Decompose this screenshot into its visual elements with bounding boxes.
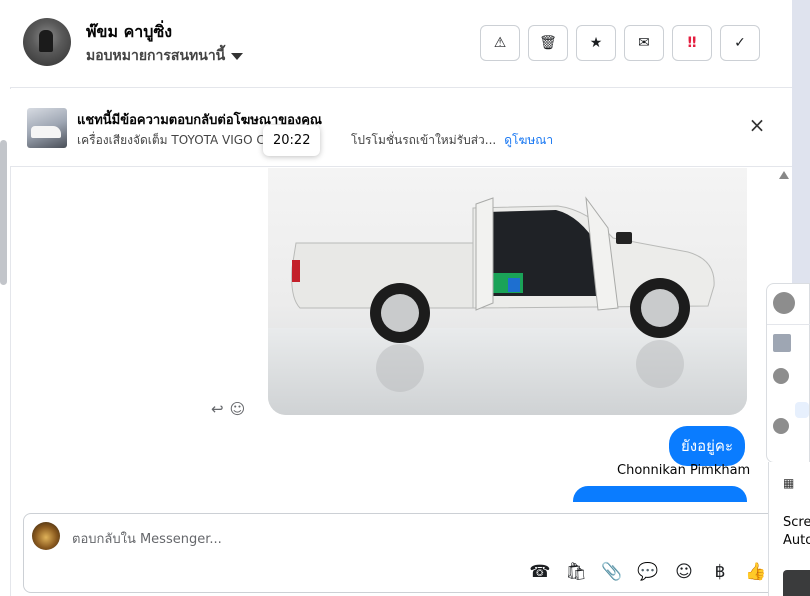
left-scrollbar[interactable]: [0, 140, 7, 285]
notification-action[interactable]: [783, 570, 810, 596]
delete-button[interactable]: 🗑: [528, 25, 568, 61]
baht-icon[interactable]: ฿: [709, 562, 731, 582]
contact-avatar[interactable]: [23, 18, 71, 66]
shopping-bag-icon[interactable]: 🛍: [565, 562, 587, 582]
react-icon[interactable]: ☺: [230, 400, 246, 418]
preview-avatar-small-2: [773, 418, 789, 434]
report-button[interactable]: ⚠: [480, 25, 520, 61]
thumbs-up-icon[interactable]: 👍: [745, 562, 767, 582]
message-photo-pickup-truck[interactable]: [268, 168, 747, 415]
messenger-inbox-app: พ๊ขม คาบูซิ่ง มอบหมายการสนทนานี้ ⚠ 🗑 ★ ✉…: [0, 0, 810, 596]
notification-line-2: Auto: [783, 533, 810, 548]
sender-name: Chonnikan Pimkham: [617, 463, 751, 478]
chevron-down-icon: [231, 53, 244, 60]
check-icon: ✓: [734, 35, 746, 51]
close-icon[interactable]: ×: [747, 115, 767, 135]
conversation-header: พ๊ขม คาบูซิ่ง มอบหมายการสนทนานี้ ⚠ 🗑 ★ ✉…: [10, 0, 792, 88]
header-toolbar: ⚠ 🗑 ★ ✉ ‼ ✓: [480, 25, 760, 61]
composer-toolbar: ☎ 🛍 📎 💬 ☺ ฿ 👍: [529, 562, 767, 582]
ad-description-tail: โปรโมชั่นรถเข้าใหม่รับส่ว...: [350, 133, 497, 147]
ad-description-text: เครื่องเสียงจัดเต็ม TOYOTA VIGO CHA: [77, 133, 282, 147]
emoji-icon[interactable]: ☺: [673, 562, 695, 582]
preview-bubble: [795, 402, 809, 418]
chat-bubble-icon[interactable]: 💬: [637, 562, 659, 582]
spam-icon: ‼: [687, 35, 697, 51]
preview-ad-thumbnail: [773, 334, 791, 352]
notification-line-1: Scre: [783, 515, 810, 530]
preview-divider: [767, 324, 810, 325]
call-icon[interactable]: ☎: [529, 562, 551, 582]
reply-input[interactable]: ตอบกลับใน Messenger...: [72, 528, 222, 549]
timestamp-tooltip: 20:22: [263, 125, 321, 156]
pickup-truck-illustration: [291, 196, 715, 392]
star-button[interactable]: ★: [576, 25, 616, 61]
alert-icon: ⚠: [493, 35, 507, 51]
preview-avatar: [773, 292, 795, 314]
reply-icon[interactable]: ↩: [211, 400, 224, 418]
assign-label: มอบหมายการสนทนานี้: [86, 48, 226, 64]
mark-done-button[interactable]: ✓: [720, 25, 760, 61]
message-actions: ↩ ☺: [211, 400, 245, 418]
app-icon: ▦: [783, 476, 795, 490]
side-notification-panel: ▦ Scre Auto: [768, 462, 810, 596]
message-composer: ตอบกลับใน Messenger... ☎ 🛍 📎 💬 ☺ ฿ 👍: [23, 513, 783, 593]
assign-conversation-dropdown[interactable]: มอบหมายการสนทนานี้: [86, 45, 244, 67]
ad-reply-banner: แชทนี้มีข้อความตอบกลับต่อโฆษณาของคุณ เคร…: [10, 89, 792, 167]
spam-button[interactable]: ‼: [672, 25, 712, 61]
message-thread: ↩ ☺ ยังอยู่คะ Chonnikan Pimkham: [11, 168, 781, 502]
scroll-up-arrow-icon[interactable]: [779, 171, 789, 179]
outgoing-message-bubble-partial[interactable]: [573, 486, 747, 502]
attachment-icon[interactable]: 📎: [601, 562, 623, 582]
view-ad-link[interactable]: ดูโฆษณา: [504, 133, 553, 147]
conversation-preview-popup[interactable]: [766, 283, 810, 463]
page-avatar: [32, 522, 60, 550]
ad-thumbnail[interactable]: [27, 108, 67, 148]
star-icon: ★: [589, 35, 603, 51]
trash-icon: 🗑: [539, 35, 557, 51]
mail-icon: ✉: [638, 35, 650, 51]
mark-unread-button[interactable]: ✉: [624, 25, 664, 61]
preview-avatar-small: [773, 368, 789, 384]
contact-name[interactable]: พ๊ขม คาบูซิ่ง: [86, 20, 172, 45]
notification-text: Scre Auto: [783, 514, 810, 550]
outgoing-message-bubble[interactable]: ยังอยู่คะ: [669, 426, 746, 466]
